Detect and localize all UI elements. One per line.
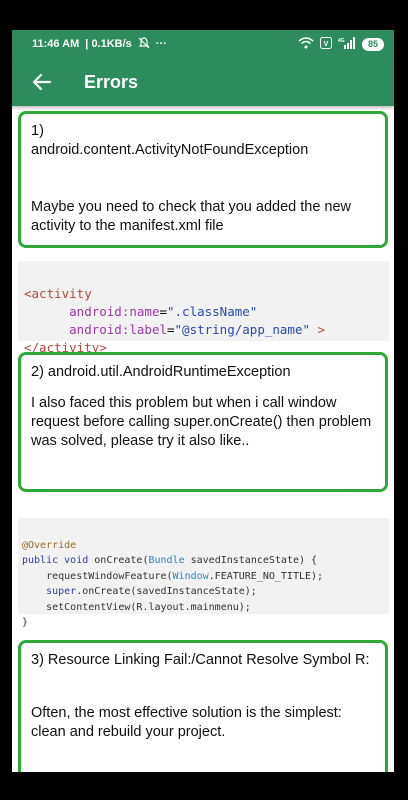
mute-icon	[138, 36, 150, 52]
status-bar: 11:46 AM | 0.1KB/s ··· V 4G 85	[12, 30, 394, 58]
code-token: onCreate(	[94, 555, 149, 566]
code-token: .FEATURE_NO_TITLE);	[208, 570, 324, 582]
code-token: @Override	[22, 539, 77, 551]
code-line: <activity	[24, 286, 92, 301]
code-token: >	[310, 322, 326, 337]
cell-signal-icon: 4G	[338, 36, 356, 52]
code-token: Window	[172, 570, 209, 582]
error-card-3: 3) Resource Linking Fail:/Cannot Resolve…	[18, 640, 388, 772]
code-token: void	[64, 555, 89, 566]
code-token: .onCreate(savedInstanceState);	[76, 586, 257, 597]
code-token: ".className"	[167, 304, 258, 319]
app-bar: Errors	[12, 58, 394, 106]
code-token: Bundle	[148, 555, 185, 566]
error-card-2-title: 2) android.util.AndroidRuntimeException	[31, 364, 291, 380]
back-arrow-icon[interactable]	[30, 70, 54, 94]
network-type-label: 4G	[338, 38, 345, 44]
signal-badge-icon: V	[319, 36, 332, 52]
code-token: setContentView(R.layout.mainmenu);	[46, 601, 251, 613]
error-card-1-body: Maybe you need to check that you added t…	[31, 199, 356, 234]
code-token: =	[159, 304, 167, 319]
wifi-icon	[298, 36, 314, 52]
page-title: Errors	[84, 71, 139, 92]
status-time: 11:46 AM	[32, 38, 80, 50]
code-token: android:label	[69, 322, 167, 337]
error-card-1-number: 1)	[31, 123, 44, 139]
code-token: public	[22, 555, 59, 566]
code-snippet-oncreate: @Override public void onCreate(Bundle sa…	[18, 518, 389, 628]
error-card-1-title: android.content.ActivityNotFoundExceptio…	[31, 142, 309, 158]
svg-text:V: V	[324, 41, 329, 48]
code-token: savedInstanceState) {	[184, 555, 318, 566]
error-card-3-body: Often, the most effective solution is th…	[31, 705, 346, 740]
code-token: super	[46, 586, 77, 597]
error-card-2: 2) android.util.AndroidRuntimeException …	[18, 352, 388, 492]
code-token: android:name	[69, 304, 160, 319]
error-card-3-title: 3) Resource Linking Fail:/Cannot Resolve…	[31, 652, 370, 668]
phone-screen: 11:46 AM | 0.1KB/s ··· V 4G 85 Errors 1)…	[12, 30, 394, 772]
battery-icon: 85	[361, 37, 384, 51]
code-token: requestWindowFeature(	[46, 570, 173, 582]
code-token: }	[22, 617, 29, 628]
error-card-2-body: I also faced this problem but when i cal…	[31, 395, 376, 449]
code-token: =	[167, 322, 175, 337]
more-notifications-icon: ···	[155, 38, 167, 50]
status-network-speed: | 0.1KB/s	[85, 38, 132, 50]
code-token: "@string/app_name"	[174, 322, 310, 337]
code-snippet-manifest: <activity android:name=".className" andr…	[18, 261, 389, 355]
error-card-1: 1) android.content.ActivityNotFoundExcep…	[18, 111, 388, 248]
